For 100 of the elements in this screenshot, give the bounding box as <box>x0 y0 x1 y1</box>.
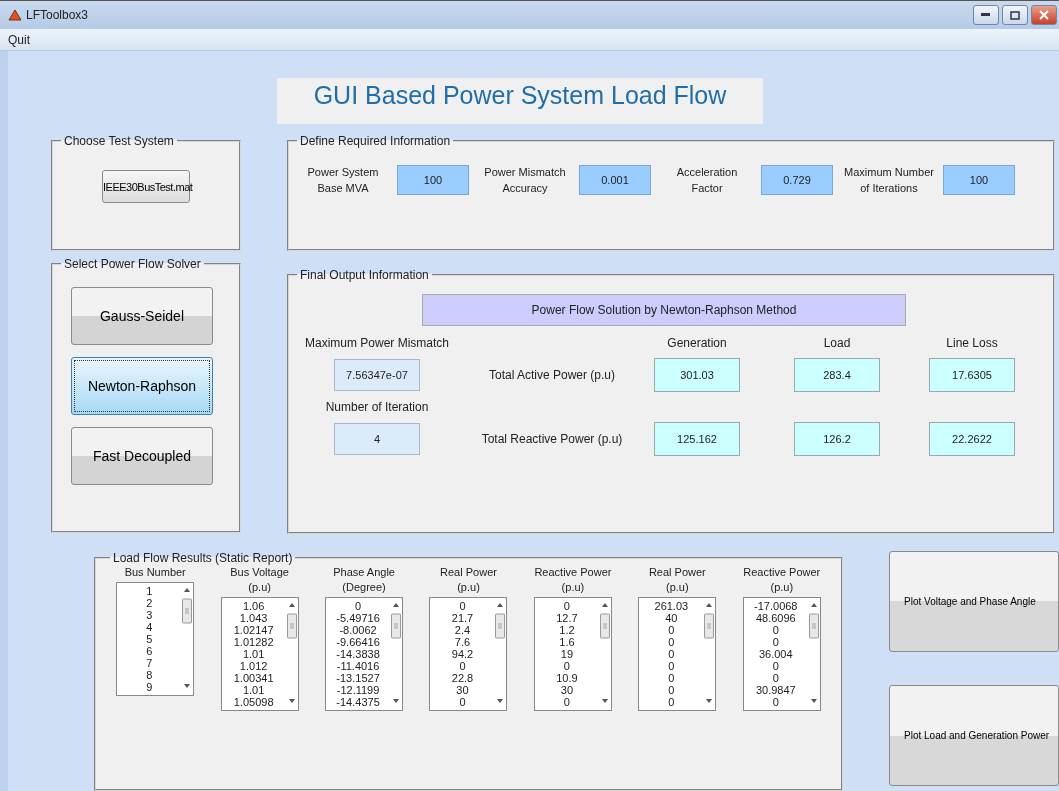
list-item[interactable]: 0 <box>772 624 779 636</box>
list-item[interactable]: -13.1527 <box>336 672 380 684</box>
list-item[interactable]: 1.00341 <box>233 672 274 684</box>
maximize-button[interactable] <box>1002 5 1028 26</box>
close-icon <box>1039 10 1049 21</box>
column-header: Bus Number <box>124 565 186 580</box>
plot-button[interactable]: Plot Load and Generation Power <box>889 685 1059 786</box>
list-item[interactable]: 1.01282 <box>233 636 274 648</box>
output-field: 22.2622 <box>929 422 1015 456</box>
list-item[interactable]: 48.6096 <box>755 612 796 624</box>
column-unit: (p.u) <box>248 580 271 595</box>
minimize-button[interactable] <box>973 5 999 26</box>
list-item[interactable]: 2 <box>146 597 153 609</box>
list-item[interactable]: 1.6 <box>559 636 575 648</box>
list-item[interactable]: -8.0062 <box>339 624 377 636</box>
minimize-icon <box>981 13 991 18</box>
list-item[interactable]: 30 <box>560 684 574 696</box>
list-item[interactable]: 30.9847 <box>755 684 796 696</box>
list-item[interactable]: -11.4016 <box>336 660 380 672</box>
list-item[interactable]: 9 <box>146 681 153 693</box>
close-button[interactable] <box>1031 5 1057 26</box>
plot-button[interactable]: Plot Voltage and Phase Angle <box>889 551 1059 652</box>
panel-title: Load Flow Results (Static Report) <box>112 551 294 565</box>
list-item[interactable]: 0 <box>668 684 675 696</box>
panel-title: Final Output Information <box>299 268 430 282</box>
list-item[interactable]: -9.66416 <box>336 636 380 648</box>
list-item[interactable]: 94.2 <box>451 648 474 660</box>
list-item[interactable]: 0 <box>772 660 779 672</box>
list-item[interactable]: 261.03 <box>654 600 689 612</box>
column-header: Line Loss <box>946 336 998 350</box>
list-item[interactable]: 36.004 <box>758 648 793 660</box>
column-unit: (Degree) <box>342 580 386 595</box>
list-item[interactable]: 4 <box>146 621 153 633</box>
input-field[interactable]: 0.729 <box>761 165 833 195</box>
list-box[interactable]: 0 -5.49716 -8.0062 -9.66416 -14.3838 -11.4016 -13.1527 -12.1199 -14.4375 <box>325 597 404 711</box>
solver-button[interactable]: Fast Decoupled <box>71 427 213 485</box>
list-item[interactable]: 8 <box>146 669 153 681</box>
list-item[interactable]: 0 <box>459 600 466 612</box>
list-item[interactable]: 30 <box>456 684 469 696</box>
list-item[interactable]: 1.043 <box>239 612 268 624</box>
list-item[interactable]: 0 <box>459 696 466 708</box>
list-item[interactable]: 7.6 <box>454 636 471 648</box>
list-item[interactable]: 6 <box>146 645 153 657</box>
list-item[interactable]: 7 <box>146 657 153 669</box>
list-item[interactable]: 0 <box>563 696 570 708</box>
method-banner: Power Flow Solution by Newton-Raphson Method <box>422 294 906 326</box>
list-item[interactable]: 0 <box>668 696 675 708</box>
maximize-icon <box>1010 10 1020 20</box>
output-field: 125.162 <box>654 422 740 456</box>
row-label: Total Active Power (p.u) <box>488 368 616 382</box>
list-item[interactable]: 21.7 <box>451 612 474 624</box>
input-field[interactable]: 0.001 <box>579 165 651 195</box>
column-unit: (p.u) <box>561 580 585 595</box>
list-item[interactable]: 0 <box>772 672 779 684</box>
list-item[interactable]: 1 <box>146 585 153 597</box>
list-item[interactable]: 10.9 <box>556 672 578 684</box>
solver-button[interactable]: Gauss-Seidel <box>71 287 213 345</box>
list-item[interactable]: 0 <box>772 696 779 708</box>
list-item[interactable]: 1.05098 <box>233 696 274 708</box>
list-item[interactable]: 0 <box>355 600 362 612</box>
column-header: Phase Angle <box>333 565 395 580</box>
menu-item[interactable]: Quit <box>8 32 30 47</box>
list-item[interactable]: -17.0068 <box>754 600 798 612</box>
list-item[interactable]: 1.012 <box>239 660 268 672</box>
list-box[interactable]: 1 2 3 4 5 6 7 8 9 <box>116 582 195 696</box>
list-item[interactable]: 0 <box>668 660 675 672</box>
list-item[interactable]: 0 <box>563 660 570 672</box>
list-item[interactable]: 19 <box>560 648 574 660</box>
solver-button[interactable]: Newton-Raphson <box>71 357 213 415</box>
input-field[interactable]: 100 <box>397 165 469 195</box>
window-title: LFToolbox3 <box>26 8 89 23</box>
list-item[interactable]: 22.8 <box>451 672 474 684</box>
list-item[interactable]: 1.02147 <box>233 624 274 636</box>
output-field: 4 <box>334 423 420 455</box>
list-item[interactable]: 3 <box>146 609 153 621</box>
list-item[interactable]: 0 <box>668 636 675 648</box>
list-item[interactable]: 1.01 <box>242 648 265 660</box>
list-item[interactable]: 2.4 <box>454 624 471 636</box>
list-box[interactable]: 0 12.7 1.2 1.6 19 0 10.9 30 0 <box>533 597 612 711</box>
list-box[interactable]: 1.06 1.043 1.02147 1.01282 1.01 1.012 1.00341 1.01 1.05098 <box>220 597 299 711</box>
list-item[interactable]: 0 <box>668 672 675 684</box>
list-box[interactable]: 0 21.7 2.4 7.6 94.2 0 22.8 30 0 <box>429 597 508 711</box>
list-box[interactable]: -17.0068 48.6096 0 0 36.004 0 0 30.9847 0 <box>742 597 821 711</box>
list-item[interactable]: -12.1199 <box>336 684 380 696</box>
list-item[interactable]: 0 <box>772 636 779 648</box>
list-item[interactable]: -5.49716 <box>336 612 380 624</box>
list-item[interactable]: 1.06 <box>242 600 265 612</box>
input-field[interactable]: 100 <box>943 165 1015 195</box>
list-item[interactable]: 1.2 <box>559 624 575 636</box>
list-item[interactable]: 40 <box>665 612 678 624</box>
list-item[interactable]: 5 <box>146 633 153 645</box>
list-item[interactable]: 0 <box>668 648 675 660</box>
list-box[interactable]: 261.03 40 0 0 0 0 0 0 0 <box>638 597 717 711</box>
list-item[interactable]: 12.7 <box>556 612 578 624</box>
list-item[interactable]: 0 <box>563 600 570 612</box>
list-item[interactable]: -14.3838 <box>336 648 380 660</box>
list-item[interactable]: 0 <box>668 624 675 636</box>
list-item[interactable]: 0 <box>459 660 466 672</box>
list-item[interactable]: -14.4375 <box>336 696 380 708</box>
list-item[interactable]: 1.01 <box>242 684 265 696</box>
